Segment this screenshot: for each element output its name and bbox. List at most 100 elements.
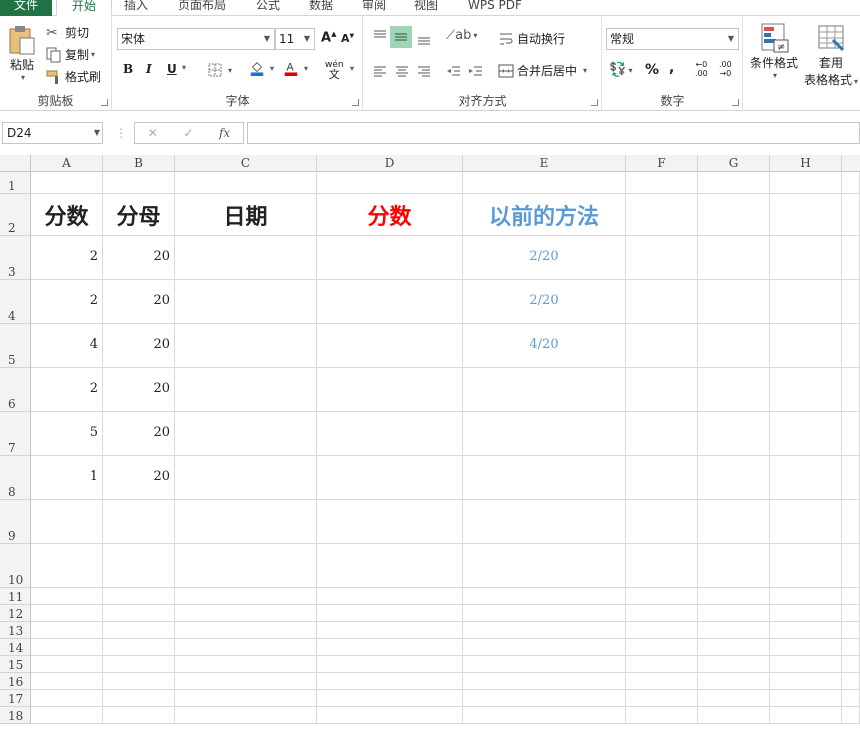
cell-a4[interactable]: 2 bbox=[31, 280, 103, 324]
cell-i11[interactable] bbox=[842, 588, 860, 605]
cell-h8[interactable] bbox=[770, 456, 842, 500]
cell-h14[interactable] bbox=[770, 639, 842, 656]
borders-button[interactable]: ▾ bbox=[207, 62, 232, 78]
row-header-16[interactable]: 16 bbox=[0, 673, 31, 690]
decrease-indent-icon[interactable] bbox=[446, 64, 462, 80]
cell-b14[interactable] bbox=[103, 639, 175, 656]
column-header-a[interactable]: A bbox=[31, 155, 103, 172]
cell-b15[interactable] bbox=[103, 656, 175, 673]
borders-dropdown-icon[interactable]: ▾ bbox=[228, 66, 232, 75]
cell-g12[interactable] bbox=[698, 605, 770, 622]
tab-insert[interactable]: 插入 bbox=[124, 0, 148, 16]
merge-dropdown-icon[interactable]: ▾ bbox=[583, 66, 587, 75]
row-header-5[interactable]: 5 bbox=[0, 324, 31, 368]
cell-a12[interactable] bbox=[31, 605, 103, 622]
cell-c18[interactable] bbox=[175, 707, 317, 724]
cancel-entry-icon[interactable]: ✕ bbox=[148, 126, 158, 140]
cell-f7[interactable] bbox=[626, 412, 698, 456]
select-all-corner[interactable] bbox=[0, 155, 31, 172]
font-color-dropdown-icon[interactable]: ▾ bbox=[304, 64, 308, 73]
cell-i5[interactable] bbox=[842, 324, 860, 368]
cell-e5[interactable]: 4/20 bbox=[463, 324, 626, 368]
cell-b10[interactable] bbox=[103, 544, 175, 588]
align-bottom-icon[interactable] bbox=[416, 30, 432, 46]
cell-i7[interactable] bbox=[842, 412, 860, 456]
cell-a6[interactable]: 2 bbox=[31, 368, 103, 412]
format-painter-button[interactable]: 格式刷 bbox=[46, 68, 101, 85]
cell-c16[interactable] bbox=[175, 673, 317, 690]
wrap-text-button[interactable]: 自动换行 bbox=[498, 30, 565, 47]
conditional-format-dropdown-icon[interactable]: ▾ bbox=[773, 71, 777, 80]
cell-c12[interactable] bbox=[175, 605, 317, 622]
cell-i14[interactable] bbox=[842, 639, 860, 656]
cell-d5[interactable] bbox=[317, 324, 463, 368]
cell-e18[interactable] bbox=[463, 707, 626, 724]
cell-c11[interactable] bbox=[175, 588, 317, 605]
cell-d14[interactable] bbox=[317, 639, 463, 656]
cell-a14[interactable] bbox=[31, 639, 103, 656]
orientation-dropdown-icon[interactable]: ▾ bbox=[473, 31, 477, 40]
cell-b13[interactable] bbox=[103, 622, 175, 639]
column-header-g[interactable]: G bbox=[698, 155, 770, 172]
cell-d6[interactable] bbox=[317, 368, 463, 412]
cell-a11[interactable] bbox=[31, 588, 103, 605]
cell-i3[interactable] bbox=[842, 236, 860, 280]
number-launcher-icon[interactable] bbox=[732, 99, 739, 106]
column-header-next[interactable] bbox=[842, 155, 860, 172]
increase-font-button[interactable]: A▲ bbox=[321, 30, 336, 45]
cell-e16[interactable] bbox=[463, 673, 626, 690]
cell-i18[interactable] bbox=[842, 707, 860, 724]
cell-h2[interactable] bbox=[770, 194, 842, 236]
format-as-table-button[interactable]: 套用 表格格式 ▾ bbox=[802, 22, 860, 88]
cell-g7[interactable] bbox=[698, 412, 770, 456]
cell-c9[interactable] bbox=[175, 500, 317, 544]
cell-b8[interactable]: 20 bbox=[103, 456, 175, 500]
clipboard-launcher-icon[interactable] bbox=[101, 99, 108, 106]
cell-i12[interactable] bbox=[842, 605, 860, 622]
cell-g2[interactable] bbox=[698, 194, 770, 236]
cell-i16[interactable] bbox=[842, 673, 860, 690]
cell-f13[interactable] bbox=[626, 622, 698, 639]
tab-file[interactable]: 文件 bbox=[0, 0, 52, 16]
cell-f16[interactable] bbox=[626, 673, 698, 690]
column-header-h[interactable]: H bbox=[770, 155, 842, 172]
number-format-dropdown-icon[interactable]: ▼ bbox=[724, 29, 738, 49]
row-header-12[interactable]: 12 bbox=[0, 605, 31, 622]
cell-b3[interactable]: 20 bbox=[103, 236, 175, 280]
row-header-3[interactable]: 3 bbox=[0, 236, 31, 280]
cell-e12[interactable] bbox=[463, 605, 626, 622]
cell-e17[interactable] bbox=[463, 690, 626, 707]
cell-c14[interactable] bbox=[175, 639, 317, 656]
italic-button[interactable]: I bbox=[146, 62, 152, 76]
cell-b5[interactable]: 20 bbox=[103, 324, 175, 368]
cell-g16[interactable] bbox=[698, 673, 770, 690]
align-left-icon[interactable] bbox=[372, 64, 388, 80]
cell-a1[interactable] bbox=[31, 172, 103, 194]
cell-a13[interactable] bbox=[31, 622, 103, 639]
cell-b11[interactable] bbox=[103, 588, 175, 605]
accounting-dropdown-icon[interactable]: ▾ bbox=[628, 66, 632, 75]
cell-i2[interactable] bbox=[842, 194, 860, 236]
cell-h12[interactable] bbox=[770, 605, 842, 622]
cell-c8[interactable] bbox=[175, 456, 317, 500]
font-name-dropdown-icon[interactable]: ▼ bbox=[260, 29, 274, 49]
column-header-d[interactable]: D bbox=[317, 155, 463, 172]
align-right-icon[interactable] bbox=[416, 64, 432, 80]
align-top-icon[interactable] bbox=[372, 28, 388, 44]
cell-f6[interactable] bbox=[626, 368, 698, 412]
cell-a16[interactable] bbox=[31, 673, 103, 690]
cell-d12[interactable] bbox=[317, 605, 463, 622]
cell-h9[interactable] bbox=[770, 500, 842, 544]
bold-button[interactable]: B bbox=[123, 62, 133, 76]
row-header-2[interactable]: 2 bbox=[0, 194, 31, 236]
cell-g1[interactable] bbox=[698, 172, 770, 194]
tab-formulas[interactable]: 公式 bbox=[256, 0, 280, 16]
cell-e1[interactable] bbox=[463, 172, 626, 194]
cell-c6[interactable] bbox=[175, 368, 317, 412]
align-center-icon[interactable] bbox=[394, 64, 410, 80]
cell-g8[interactable] bbox=[698, 456, 770, 500]
column-header-f[interactable]: F bbox=[626, 155, 698, 172]
tab-page-layout[interactable]: 页面布局 bbox=[178, 0, 226, 16]
cell-i10[interactable] bbox=[842, 544, 860, 588]
cut-button[interactable]: ✂ 剪切 bbox=[46, 24, 89, 41]
